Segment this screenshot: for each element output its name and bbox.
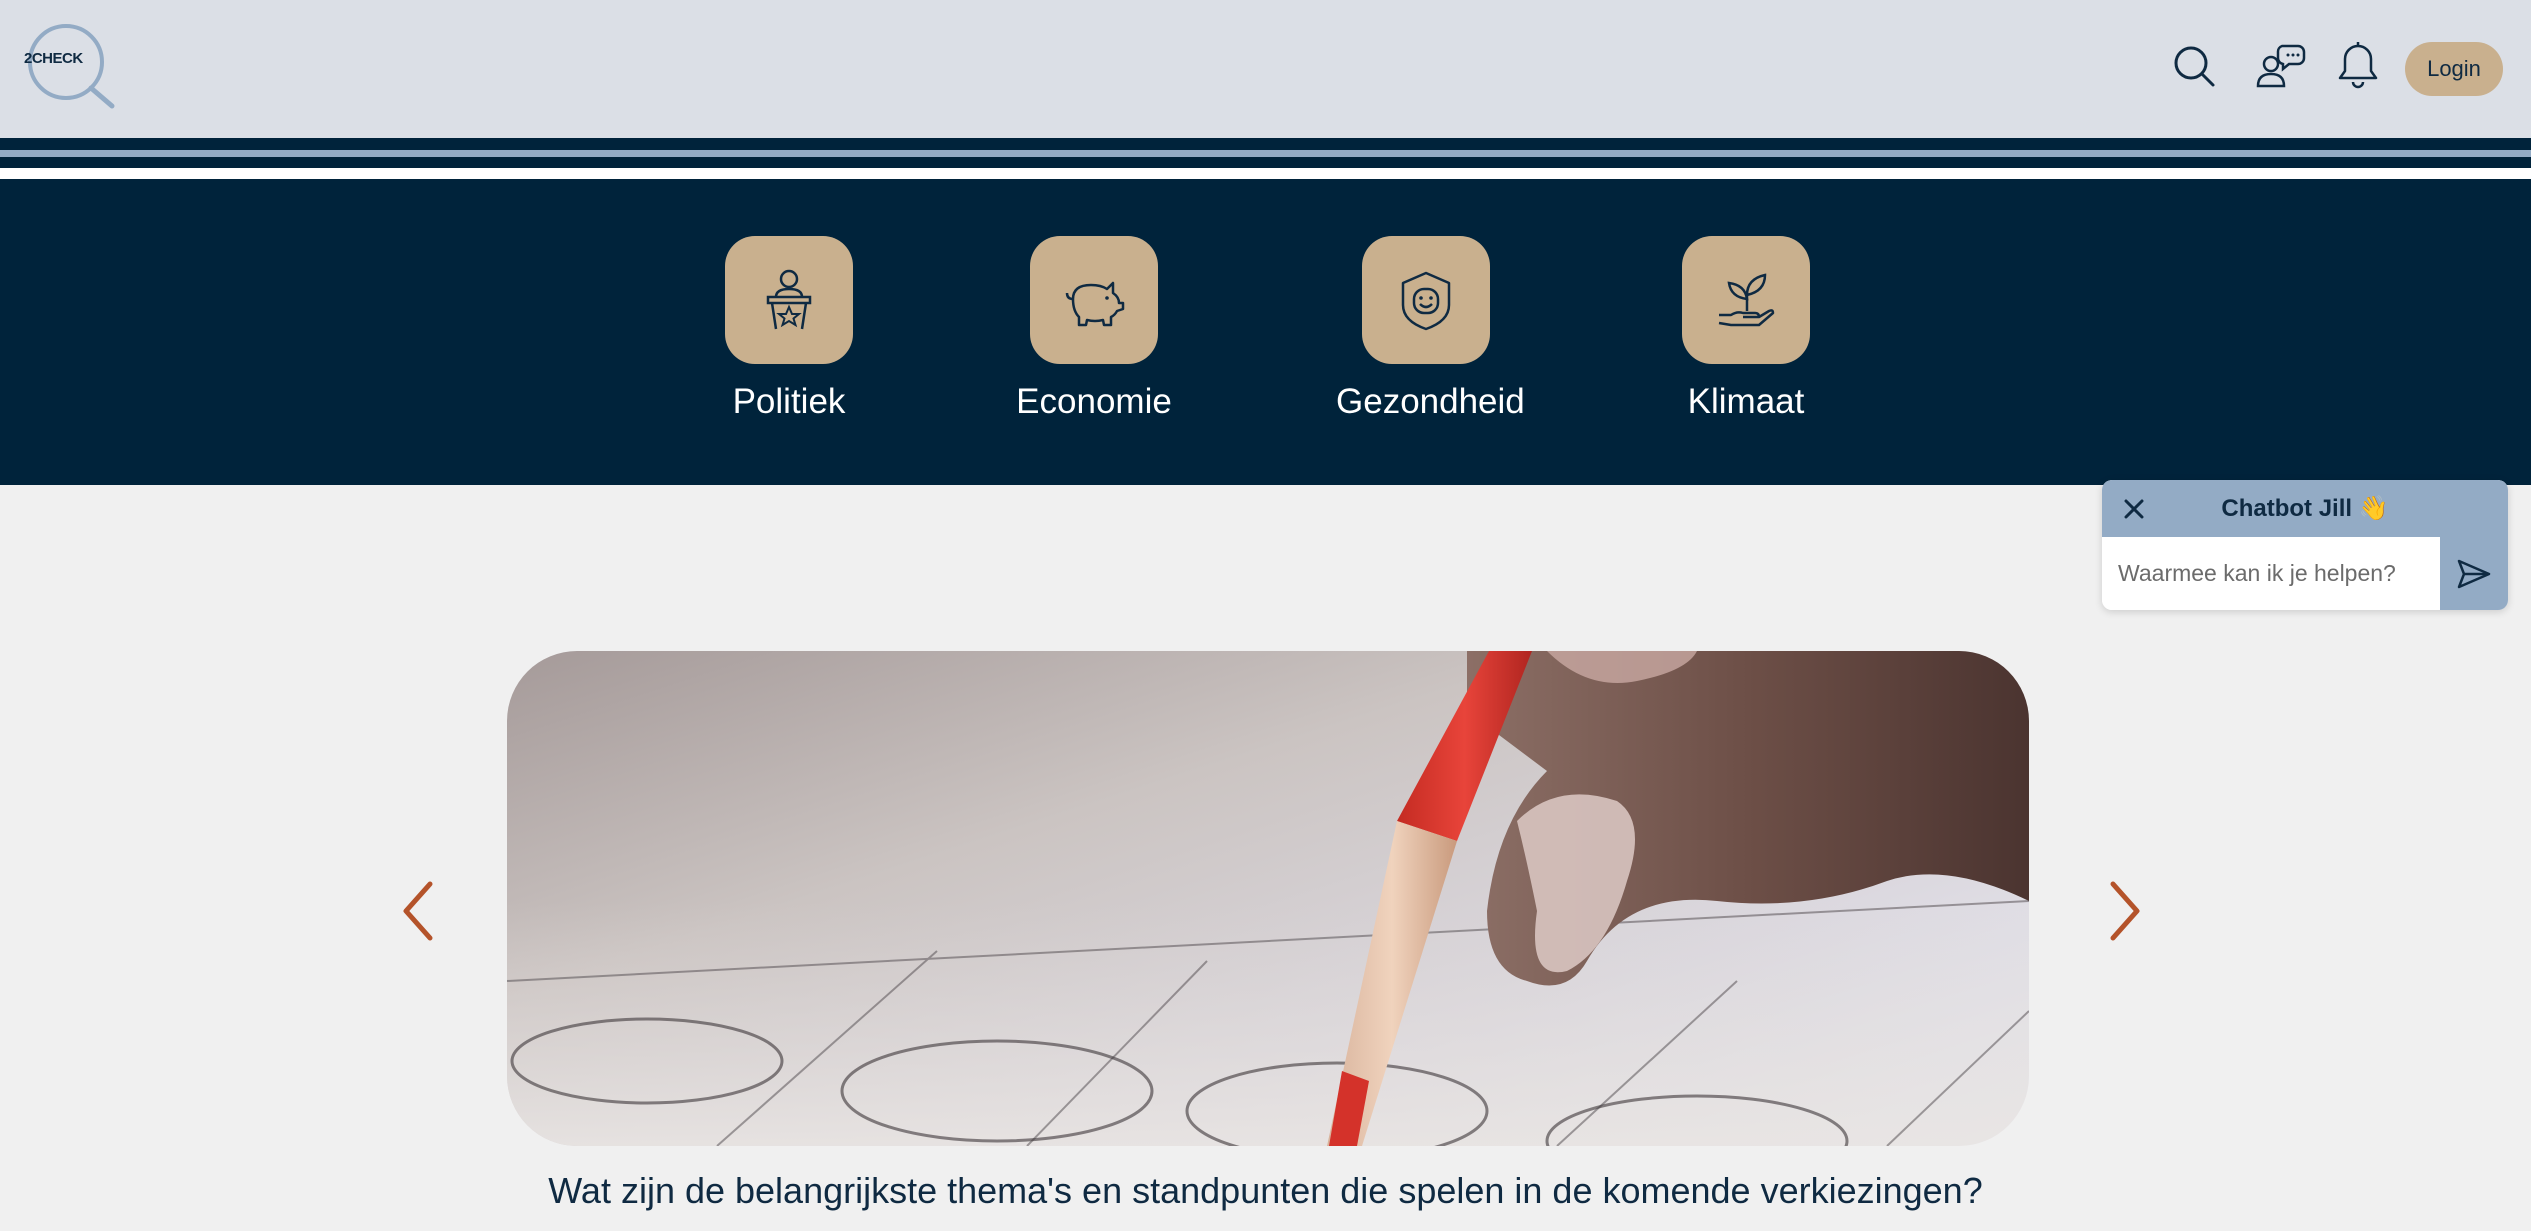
send-icon — [2457, 559, 2491, 588]
search-icon[interactable] — [2170, 42, 2218, 90]
category-tile — [1030, 236, 1158, 364]
chatbot-header: Chatbot Jill 👋 — [2102, 480, 2508, 537]
send-button[interactable] — [2440, 537, 2508, 610]
carousel-prev-button[interactable] — [392, 876, 442, 946]
category-label: Klimaat — [1687, 382, 1805, 421]
logo[interactable]: 2CHECK — [20, 24, 116, 110]
chevron-right-icon — [2110, 881, 2140, 941]
carousel-image[interactable] — [507, 651, 2029, 1146]
stripe-divider — [0, 150, 2531, 157]
stripe-divider — [0, 168, 2531, 179]
carousel-caption[interactable]: Wat zijn de belangrijkste thema's en sta… — [0, 1170, 2531, 1212]
plant-hand-icon — [1718, 273, 1775, 327]
bell-icon[interactable] — [2334, 40, 2382, 89]
category-tile — [725, 236, 853, 364]
chevron-left-icon — [403, 881, 433, 941]
carousel-next-button[interactable] — [2101, 876, 2151, 946]
chatbot-message-input[interactable] — [2102, 537, 2440, 610]
magnifier-logo-icon — [28, 24, 115, 109]
category-klimaat[interactable]: Klimaat — [1656, 236, 1836, 422]
chatbot-title: Chatbot Jill 👋 — [2221, 495, 2389, 522]
site-header: 2CHECK Login — [0, 0, 2531, 138]
category-label: Gezondheid — [1336, 382, 1525, 421]
category-band — [0, 179, 2531, 485]
chatbot-widget: Chatbot Jill 👋 — [2102, 480, 2508, 610]
logo-text: 2CHECK — [24, 50, 83, 67]
category-label: Economie — [1016, 382, 1172, 421]
login-button[interactable]: Login — [2405, 42, 2503, 96]
health-shield-icon — [1401, 271, 1451, 331]
category-politiek[interactable]: Politiek — [699, 236, 879, 422]
podium-icon — [766, 269, 812, 330]
category-tile — [1362, 236, 1490, 364]
ballot-pencil-image — [507, 651, 2029, 1146]
category-label: Politiek — [732, 382, 846, 421]
stripe-divider — [0, 157, 2531, 168]
chat-users-icon[interactable] — [2254, 40, 2306, 92]
stripe-divider — [0, 138, 2531, 150]
category-tile — [1682, 236, 1810, 364]
piggy-bank-icon — [1065, 281, 1125, 327]
category-gezondheid[interactable]: Gezondheid — [1336, 236, 1525, 422]
category-economie[interactable]: Economie — [1004, 236, 1184, 422]
